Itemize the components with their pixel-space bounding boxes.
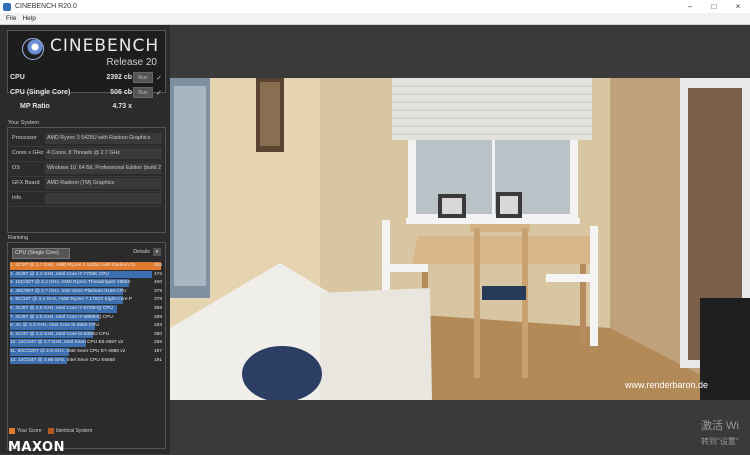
ranking-score: 400 — [153, 280, 162, 286]
ranking-score: 283 — [153, 323, 162, 329]
cpu-score-row: CPU 2392 cb Run ✓ — [10, 71, 162, 84]
ranking-row[interactable]: 12. 12C/24T @ 2.66 GHz, Intel Xeon CPU X… — [10, 357, 140, 365]
window-title: CINEBENCH R20.0 — [15, 3, 77, 10]
ranking-selector[interactable]: CPU (Single Core) — [12, 248, 70, 259]
ranking-panel: CPU (Single Core) Details ▾ 1. 4C/8T @ 2… — [7, 242, 166, 449]
single-run-button[interactable]: Run — [133, 87, 153, 98]
app-icon — [3, 2, 11, 11]
ranking-score: 506 — [153, 263, 162, 268]
title-bar: CINEBENCH R20.0 – □ × — [0, 0, 750, 13]
ranking-row[interactable]: 5. 8C/16T @ 3.4 GHz, AMD Ryzen 7 1700X E… — [10, 296, 140, 304]
sidebar: CINEBENCH Release 20 CPU 2392 cb Run ✓ C… — [0, 25, 170, 455]
details-button[interactable]: Details — [133, 249, 150, 255]
ranking-score: 298 — [153, 314, 162, 320]
ranking-score: 378 — [153, 297, 162, 303]
maxon-logo: MAXON — [8, 440, 65, 455]
sys-value: AMD Radeon (TM) Graphics — [45, 178, 162, 189]
ratio-value: 4.73 x — [112, 103, 132, 110]
cpu-run-button[interactable]: Run — [133, 72, 153, 83]
ratio-label: MP Ratio — [20, 103, 50, 110]
close-button[interactable]: × — [726, 0, 750, 13]
activation-line2: 转到"设置" — [701, 437, 739, 446]
details-caret-icon[interactable]: ▾ — [153, 248, 161, 256]
logo-release: Release 20 — [106, 57, 157, 68]
sys-label: Info — [12, 195, 22, 201]
render-view: www.renderbaron.de — [170, 78, 750, 400]
activation-line1: 激活 Wi — [701, 420, 739, 432]
ranking-score: 280 — [153, 331, 162, 337]
sys-row-processor: Processor AMD Ryzen 3 5425U with Radeon … — [10, 132, 163, 147]
sys-label: Cores x GHz — [12, 150, 44, 156]
cpu-check-icon: ✓ — [156, 74, 162, 82]
sys-value: Windows 10, 64 Bit, Professional Edition… — [45, 163, 162, 174]
ranking-row[interactable]: 6. 4C/8T @ 2.6 GHz, Intel Core i7-6700HQ… — [10, 305, 140, 313]
single-score-row: CPU (Single Core) 506 cb Run ✓ — [10, 86, 162, 99]
single-value: 506 cb — [110, 89, 132, 96]
sys-row-gfx: GFX Board AMD Radeon (TM) Graphics — [10, 177, 163, 192]
sys-row-cores: Cores x GHz 4 Cores, 8 Threads @ 2.7 GHz — [10, 147, 163, 162]
your-system-panel: Processor AMD Ryzen 3 5425U with Radeon … — [7, 127, 166, 233]
ratio-row: MP Ratio 4.73 x — [10, 100, 162, 113]
ranking-row[interactable]: 2. 4C/8T @ 4.2 GHz, Intel Core i7-7700K … — [10, 271, 140, 279]
sys-value[interactable] — [45, 193, 162, 204]
ranking-score: 255 — [153, 340, 162, 346]
logo-name: CINEBENCH — [50, 36, 160, 56]
your-system-title: Your System — [8, 120, 39, 126]
menu-file[interactable]: File — [6, 15, 16, 22]
ranking-row[interactable]: 11. 60C/120T @ 2.8 GHz, Intel Xeon CPU E… — [10, 348, 140, 356]
ranking-row[interactable]: 7. 4C/8T @ 2.5 GHz, Intel Core i7-4850HQ… — [10, 314, 140, 322]
cpu-label: CPU — [10, 74, 25, 81]
ranking-title: Ranking — [8, 235, 29, 241]
ranking-row[interactable]: 8. 4C @ 3.3 GHz, Intel Core i5-3550 CPU — [10, 322, 140, 330]
ranking-score: 379 — [153, 288, 162, 294]
ranking-score: 476 — [153, 271, 162, 277]
menu-help[interactable]: Help — [22, 15, 35, 22]
maximize-button[interactable]: □ — [702, 0, 726, 13]
sys-row-info: Info — [10, 192, 163, 207]
menu-bar: File Help — [0, 13, 750, 25]
identical-swatch — [47, 428, 54, 434]
render-scene: www.renderbaron.de — [170, 78, 750, 400]
ranking-row[interactable]: 10. 12C/24T @ 2.7 GHz, Intel Xeon CPU E5… — [10, 339, 140, 347]
legend-your-score: Your Score — [17, 428, 42, 434]
sys-label: GFX Board — [12, 180, 40, 186]
ranking-row[interactable]: 1. 4C/8T @ 2.7 GHz, AMD Ryzen 3 5425U wi… — [10, 262, 140, 270]
sys-label: Processor — [12, 135, 37, 141]
cinebench-logo-icon — [22, 38, 44, 60]
sys-row-os: OS Windows 10, 64 Bit, Professional Edit… — [10, 162, 163, 177]
sys-label: OS — [12, 165, 20, 171]
ranking-score: 359 — [153, 306, 162, 311]
watermark-text: www.renderbaron.de — [624, 380, 708, 390]
ranking-score: 191 — [153, 357, 162, 363]
ranking-score: 197 — [153, 349, 162, 354]
ranking-row[interactable]: 3. 16C/32T @ 3.4 GHz, AMD Ryzen Threadri… — [10, 279, 140, 287]
your-score-swatch — [9, 428, 15, 434]
sys-value: AMD Ryzen 3 5425U with Radeon Graphics — [45, 133, 162, 144]
single-check-icon: ✓ — [156, 89, 162, 97]
render-bottom-area — [170, 400, 750, 454]
legend: Your Score Identical System — [9, 428, 98, 434]
minimize-button[interactable]: – — [678, 0, 702, 13]
single-label: CPU (Single Core) — [10, 89, 71, 96]
legend-identical: Identical System — [55, 428, 93, 434]
ranking-row[interactable]: 9. 2C/4T @ 2.3 GHz, Intel Core i5-5300U … — [10, 331, 140, 339]
cpu-value: 2392 cb — [106, 74, 132, 81]
ranking-row[interactable]: 4. 48C/96T @ 2.7 GHz, Intel Xeon Platinu… — [10, 288, 140, 296]
sys-value: 4 Cores, 8 Threads @ 2.7 GHz — [45, 148, 162, 159]
